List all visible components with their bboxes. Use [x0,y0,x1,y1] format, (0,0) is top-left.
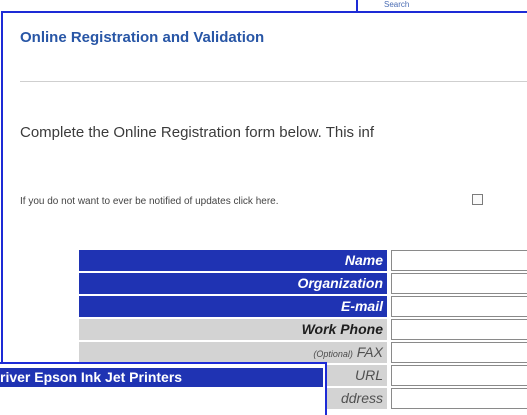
divider [20,81,527,82]
driver-popup-window: river Epson Ink Jet Printers [0,362,327,415]
fax-label-cell: (Optional) FAX [79,342,387,363]
intro-text: Complete the Online Registration form be… [20,124,375,141]
fax-optional-note: (Optional) [313,349,353,359]
organization-field[interactable] [391,273,527,294]
organization-label: Organization [79,273,387,294]
name-label: Name [79,250,387,271]
fax-label: FAX [356,344,383,360]
email-label: E-mail [79,296,387,317]
email-field[interactable] [391,296,527,317]
work-phone-label: Work Phone [79,319,387,340]
optout-checkbox[interactable] [472,194,483,205]
registration-window: Online Registration and Validation Compl… [1,11,527,415]
url-field[interactable] [391,365,527,386]
popup-title[interactable]: river Epson Ink Jet Printers [0,368,323,387]
address-field[interactable] [391,388,527,409]
page-title[interactable]: Online Registration and Validation [20,29,264,46]
name-field[interactable] [391,250,527,271]
background-window-text: Search [384,0,410,9]
work-phone-field[interactable] [391,319,527,340]
fax-field[interactable] [391,342,527,363]
optout-label: If you do not want to ever be notified o… [20,196,279,207]
